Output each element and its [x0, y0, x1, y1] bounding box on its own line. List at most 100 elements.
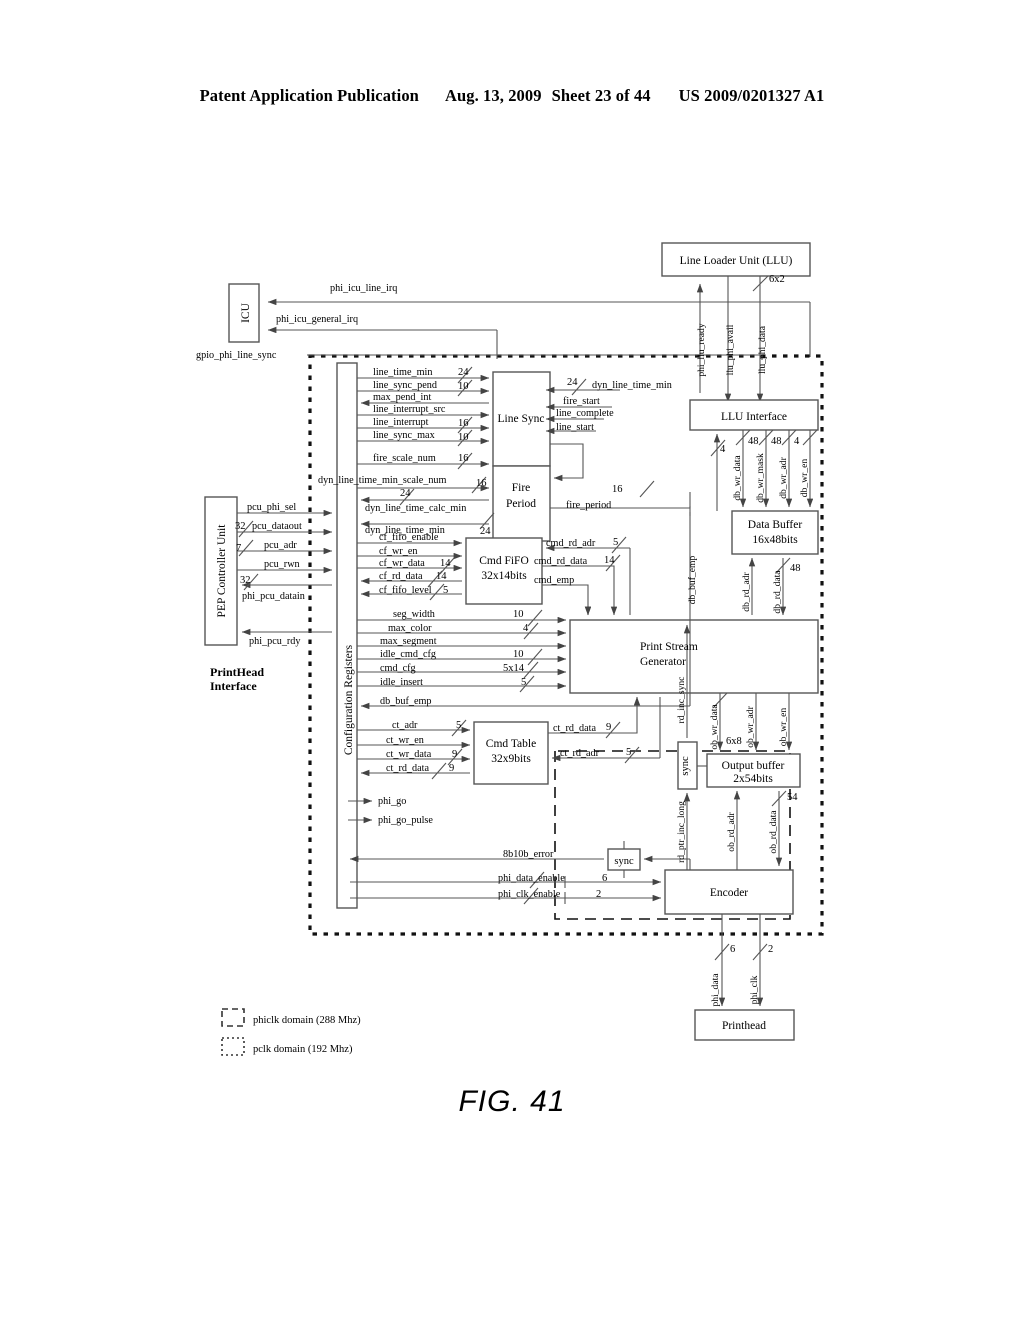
- label-line-interrupt-width: 16: [458, 418, 469, 429]
- label-fire-scale-num-width: 16: [458, 453, 469, 464]
- block-data-buffer[interactable]: [731, 510, 819, 555]
- label-dyn-line-time-min-scale-num: dyn_line_time_min_scale_num: [318, 475, 447, 486]
- label-cmd-rd-adr: cmd_rd_adr: [546, 538, 596, 549]
- figure-caption: FIG. 41: [458, 1085, 566, 1118]
- label-cmd-table-line1: Cmd Table: [486, 738, 536, 750]
- label-dyn-line-time-min-cfg-width: 24: [480, 526, 491, 537]
- label-db-wr-data-width: 48: [748, 436, 759, 447]
- label-db-buf-emp-vertical: db_buf_emp: [687, 556, 698, 605]
- label-fire-scale-num: fire_scale_num: [373, 453, 436, 464]
- label-db-buf-emp: db_buf_emp: [380, 696, 432, 707]
- label-cf-wr-data: cf_wr_data: [379, 558, 425, 569]
- label-line-interrupt-src: line_interrupt_src: [373, 404, 446, 415]
- label-cmd-fifo-line2: 32x14bits: [481, 570, 527, 582]
- label-max-color: max_color: [388, 623, 432, 634]
- label-fire-period: fire_period: [566, 500, 611, 511]
- label-phi-data-enable-width: 6: [602, 873, 607, 884]
- label-rd-inc-sync: rd_inc_sync: [676, 677, 687, 724]
- label-line-sync-max: line_sync_max: [373, 430, 435, 441]
- slash-cmd-cfg: [523, 661, 539, 679]
- label-data-buffer-line2: 16x48bits: [752, 534, 798, 546]
- label-dyn-line-time-min-scale-num-width: 16: [476, 478, 487, 489]
- label-phi-icu-general-irq: phi_icu_general_irq: [276, 314, 358, 325]
- label-configuration-registers: Configuration Registers: [343, 644, 355, 755]
- label-line-sync: Line Sync: [498, 413, 545, 425]
- block-print-stream-generator[interactable]: [569, 619, 819, 694]
- label-dyn-line-time-calc-min: dyn_line_time_calc_min: [365, 503, 466, 514]
- label-phi-llu-ready: phi_llu_ready: [696, 323, 707, 376]
- label-pcu-phi-sel: pcu_phi_sel: [247, 502, 296, 513]
- label-cmd-cfg: cmd_cfg: [380, 663, 416, 674]
- block-configuration-registers[interactable]: [336, 362, 358, 909]
- label-data-buffer-line1: Data Buffer: [748, 519, 803, 531]
- label-line-time-min: line_time_min: [373, 367, 432, 378]
- label-dyn-line-time-min-in: dyn_line_time_min: [592, 380, 672, 391]
- label-db-wr-mask: db_wr_mask: [755, 453, 766, 503]
- label-phi-go: phi_go: [378, 796, 406, 807]
- label-phi-pcu-datain-width: 32: [240, 575, 251, 586]
- label-db-wr-data: db_wr_data: [732, 455, 743, 501]
- label-ct-rd-adr: ct_rd_adr: [560, 748, 600, 759]
- label-seg-width-width: 10: [513, 609, 524, 620]
- label-llu-phi-data: llu_phi_data: [757, 325, 768, 374]
- label-encoder: Encoder: [710, 887, 748, 899]
- label-llu-interface: LLU Interface: [721, 411, 787, 423]
- label-cmd-rd-adr-width: 5: [613, 537, 618, 548]
- legend-phiclk-swatch: [221, 1008, 245, 1027]
- label-ct-rd-data-right: ct_rd_data: [553, 723, 596, 734]
- label-idle-cmd-cfg-width: 10: [513, 649, 524, 660]
- label-llu-phi-data-width: 6x2: [769, 274, 785, 285]
- label-line-time-min-width: 24: [458, 367, 469, 378]
- label-cf-rd-data: cf_rd_data: [379, 571, 423, 582]
- label-ob-rd-adr: ob_rd_adr: [726, 811, 737, 851]
- slash-idle-cmd-cfg: [527, 648, 543, 666]
- label-cmd-cfg-width: 5x14: [503, 663, 525, 674]
- label-idle-insert: idle_insert: [380, 677, 423, 688]
- label-phi-clk-enable-width: 2: [596, 889, 601, 900]
- label-cmd-rd-data-width: 14: [604, 555, 615, 566]
- label-printhead-interface-line2: Interface: [210, 679, 257, 693]
- label-cf-fifo-level: cf_fifo_level: [379, 585, 432, 596]
- label-8b10b-error: 8b10b_error: [503, 849, 554, 860]
- label-phi-go-pulse: phi_go_pulse: [378, 815, 433, 826]
- label-db-wr-adr-width: 4: [794, 436, 800, 447]
- label-phi-clk: phi_clk: [749, 975, 760, 1004]
- label-cmd-table-line2: 32x9bits: [491, 753, 531, 765]
- label-pcu-dataout: pcu_dataout: [252, 521, 302, 532]
- label-print-stream-generator-line2: Generator: [640, 656, 686, 668]
- label-db-wr-adr: db_wr_adr: [778, 456, 789, 498]
- label-fire-period-line1: Fire: [512, 482, 531, 494]
- label-pep-controller-unit: PEP Controller Unit: [216, 524, 228, 618]
- label-ob-wr-data: ob_wr_data: [709, 704, 720, 750]
- label-printhead: Printhead: [722, 1020, 766, 1032]
- slash-seg-width: [527, 609, 543, 627]
- label-db-rd-data-width: 48: [790, 563, 801, 574]
- label-fire-period-width: 16: [612, 484, 623, 495]
- label-gpio-phi-line-sync: gpio_phi_line_sync: [196, 350, 277, 361]
- label-ct-rd-data-right-width: 9: [606, 722, 611, 733]
- label-fire-start: fire_start: [563, 396, 600, 407]
- label-phi-clk-width: 2: [768, 944, 773, 955]
- label-ob-wr-en: ob_wr_en: [778, 708, 789, 747]
- label-db-wr-mask-width: 48: [771, 436, 782, 447]
- label-phi-clk-enable: phi_clk_enable: [498, 889, 561, 900]
- label-cf-fifo-enable: cf_fifo_enable: [379, 532, 439, 543]
- label-line-loader-unit: Line Loader Unit (LLU): [680, 255, 793, 267]
- label-llu-if-feedback-width: 4: [720, 444, 726, 455]
- label-cmd-fifo-line1: Cmd FiFO: [479, 555, 529, 567]
- label-output-buffer-line2: 2x54bits: [733, 773, 773, 785]
- label-line-sync-max-width: 10: [458, 432, 469, 443]
- label-phi-data: phi_data: [710, 973, 721, 1007]
- wire-line-sync-to-fire-period: [550, 443, 584, 482]
- slash-fire-period: [639, 480, 655, 498]
- label-ct-adr: ct_adr: [392, 720, 418, 731]
- label-idle-cmd-cfg: idle_cmd_cfg: [380, 649, 436, 660]
- label-line-start: line_start: [556, 422, 594, 433]
- label-rd-ptr-inc-long: rd_ptr_inc_long: [676, 801, 687, 863]
- wire-cmd-rd-data: [542, 565, 618, 616]
- label-cf-wr-en: cf_wr_en: [379, 546, 417, 557]
- label-max-segment: max_segment: [380, 636, 437, 647]
- label-line-interrupt: line_interrupt: [373, 417, 429, 428]
- label-pcu-rwn: pcu_rwn: [264, 559, 300, 570]
- label-pcu-dataout-width: 32: [235, 521, 246, 532]
